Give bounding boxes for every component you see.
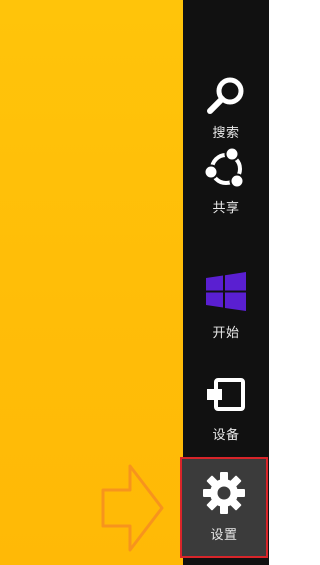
charm-share[interactable]: 共享 xyxy=(183,145,269,245)
share-icon xyxy=(203,146,245,189)
charm-share-label: 共享 xyxy=(212,201,240,216)
charm-start-label: 开始 xyxy=(212,326,240,341)
charm-search-label: 搜索 xyxy=(212,126,240,141)
pointer-arrow-icon xyxy=(101,464,164,552)
charm-settings[interactable]: 设置 xyxy=(180,457,268,558)
charms-bar: 搜索 共享 开始 设备 设置 xyxy=(180,0,269,565)
charm-start[interactable]: 开始 xyxy=(183,270,269,370)
devices-icon xyxy=(207,378,245,411)
charm-settings-label: 设置 xyxy=(210,528,238,543)
charm-devices-label: 设备 xyxy=(212,428,240,443)
search-icon xyxy=(207,77,244,114)
windows-logo-icon xyxy=(206,272,246,311)
gear-icon xyxy=(203,472,245,514)
